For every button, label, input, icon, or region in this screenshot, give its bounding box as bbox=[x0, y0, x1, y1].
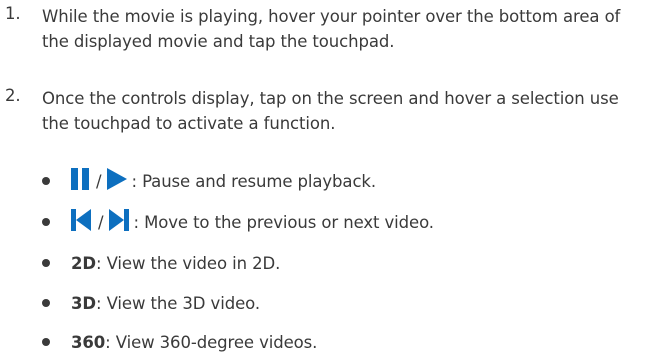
item-description: : View the 3D video. bbox=[95, 293, 260, 313]
item-term: 3D bbox=[71, 293, 96, 313]
item-description: : View 360-degree videos. bbox=[105, 332, 318, 352]
pause-icon bbox=[71, 168, 89, 194]
item-term: 360 bbox=[71, 332, 106, 352]
item-term: 2D bbox=[71, 253, 96, 273]
step-number: 1. bbox=[5, 4, 21, 23]
step-number: 2. bbox=[5, 86, 21, 105]
bullet-dot bbox=[42, 338, 50, 346]
list-item-prev-next: / : Move to the previous or next video. bbox=[42, 209, 642, 235]
icon-separator: / bbox=[96, 171, 102, 191]
bullet-dot bbox=[42, 177, 50, 185]
list-item-3d: 3D : View the 3D video. bbox=[42, 290, 642, 316]
next-icon bbox=[109, 209, 130, 235]
bullet-dot bbox=[42, 299, 50, 307]
item-description: : Pause and resume playback. bbox=[131, 171, 377, 191]
step-text: While the movie is playing, hover your p… bbox=[42, 7, 621, 51]
icon-separator: / bbox=[98, 212, 104, 232]
bullet-dot bbox=[42, 259, 50, 267]
bullet-dot bbox=[42, 218, 50, 226]
item-description: : Move to the previous or next video. bbox=[133, 212, 434, 232]
list-item-360: 360 : View 360-degree videos. bbox=[42, 329, 642, 355]
list-item-2d: 2D : View the video in 2D. bbox=[42, 250, 642, 276]
item-description: : View the video in 2D. bbox=[95, 253, 281, 273]
previous-icon bbox=[71, 209, 91, 235]
play-icon bbox=[107, 168, 128, 194]
list-item-pause-play: / : Pause and resume playback. bbox=[42, 168, 642, 194]
step-text: Once the controls display, tap on the sc… bbox=[42, 89, 619, 133]
